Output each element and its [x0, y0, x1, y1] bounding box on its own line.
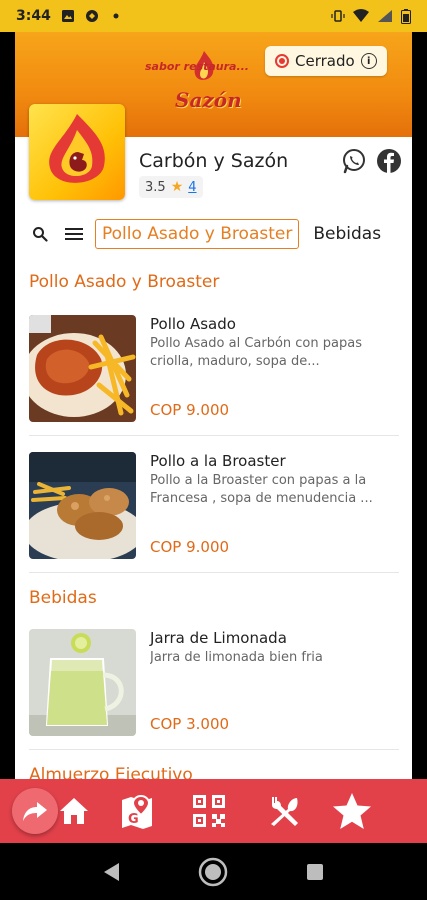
menu-item-name: Pollo a la Broaster — [150, 452, 286, 470]
vibrate-icon — [331, 10, 345, 22]
menu-item[interactable]: Jarra de Limonada Jarra de limonada bien… — [29, 629, 399, 737]
hamburger-menu-icon — [65, 228, 83, 240]
restaurant-logo — [29, 104, 125, 200]
recents-square-icon — [307, 864, 323, 880]
favorite-star-icon — [333, 793, 371, 829]
home-icon — [60, 798, 88, 824]
menu-item-description: Pollo Asado al Carbón con papas criolla,… — [150, 336, 362, 369]
share-icon — [23, 802, 47, 821]
closed-status-icon — [275, 54, 289, 68]
category-menu-button[interactable] — [57, 218, 91, 250]
menu-button[interactable] — [262, 789, 306, 833]
menu-utensils-icon — [271, 797, 298, 826]
favorites-button[interactable] — [330, 789, 374, 833]
menu-item-price: COP 9.000 — [150, 538, 230, 556]
home-button[interactable] — [52, 789, 96, 833]
open-status-chip[interactable]: Cerrado i — [265, 46, 387, 76]
app-notification-icon — [85, 10, 98, 22]
menu-item-description: Jarra de limonada bien fria — [150, 650, 323, 665]
rating-star-icon: ★ — [170, 179, 184, 195]
svg-text:G: G — [128, 812, 139, 827]
banner-slogan: sabor restaura... — [145, 60, 249, 73]
section-title: Bebidas — [29, 588, 97, 608]
review-count-link[interactable]: 4 — [188, 180, 196, 195]
pollo-broaster-photo — [29, 452, 136, 559]
rating-value: 3.5 — [145, 179, 166, 195]
status-bar: 3:44 — [0, 0, 427, 32]
restaurant-name: Carbón y Sazón — [139, 150, 289, 172]
menu-item-name: Jarra de Limonada — [150, 629, 287, 647]
map-icon: G — [122, 794, 152, 829]
battery-icon — [401, 8, 411, 24]
info-icon[interactable]: i — [360, 53, 377, 69]
recents-nav-button[interactable] — [300, 857, 330, 887]
dot-notification-icon — [113, 13, 119, 19]
jarra-limonada-photo — [29, 629, 136, 736]
menu-item-price: COP 9.000 — [150, 401, 230, 419]
back-nav-button[interactable] — [96, 857, 126, 887]
qr-code-button[interactable] — [187, 789, 231, 833]
home-circle-icon — [198, 857, 228, 887]
bottom-action-bar: G — [0, 779, 427, 843]
rating-badge[interactable]: 3.5 ★ 4 — [139, 176, 203, 198]
qr-code-icon — [193, 795, 225, 827]
menu-item-price: COP 3.000 — [150, 715, 230, 733]
category-nav: Pollo Asado y Broaster Bebidas — [15, 218, 412, 250]
open-status-label: Cerrado — [295, 52, 355, 70]
share-button[interactable] — [12, 788, 58, 834]
divider — [29, 749, 399, 750]
pollo-asado-photo — [29, 315, 136, 422]
map-button[interactable]: G — [115, 789, 159, 833]
home-nav-button[interactable] — [198, 857, 228, 887]
section-title: Almuerzo Ejecutivo — [29, 765, 193, 780]
restaurant-page: sabor restaura... Sazón Cerrado i Carbón… — [15, 32, 412, 780]
android-nav-bar — [0, 843, 427, 900]
menu-item[interactable]: Pollo a la Broaster Pollo a la Broaster … — [29, 452, 399, 560]
back-triangle-icon — [104, 863, 119, 881]
gallery-notification-icon — [61, 10, 74, 22]
facebook-icon[interactable] — [376, 148, 402, 174]
menu-item[interactable]: Pollo Asado Pollo Asado al Carbón con pa… — [29, 315, 399, 423]
divider — [29, 435, 399, 436]
section-title: Pollo Asado y Broaster — [29, 272, 220, 292]
cellular-signal-icon — [378, 10, 392, 22]
rooster-flame-icon — [49, 114, 105, 183]
menu-item-name: Pollo Asado — [150, 315, 236, 333]
tab-bebidas[interactable]: Bebidas — [307, 219, 387, 249]
wifi-icon — [353, 9, 369, 22]
status-time: 3:44 — [16, 8, 51, 24]
whatsapp-icon[interactable] — [341, 148, 367, 174]
search-button[interactable] — [23, 218, 57, 250]
menu-item-description: Pollo a la Broaster con papas a la Franc… — [150, 473, 373, 506]
banner-brand: Sazón — [175, 88, 242, 112]
tab-pollo-asado-broaster[interactable]: Pollo Asado y Broaster — [95, 219, 300, 249]
search-icon — [33, 227, 48, 242]
divider — [29, 572, 399, 573]
